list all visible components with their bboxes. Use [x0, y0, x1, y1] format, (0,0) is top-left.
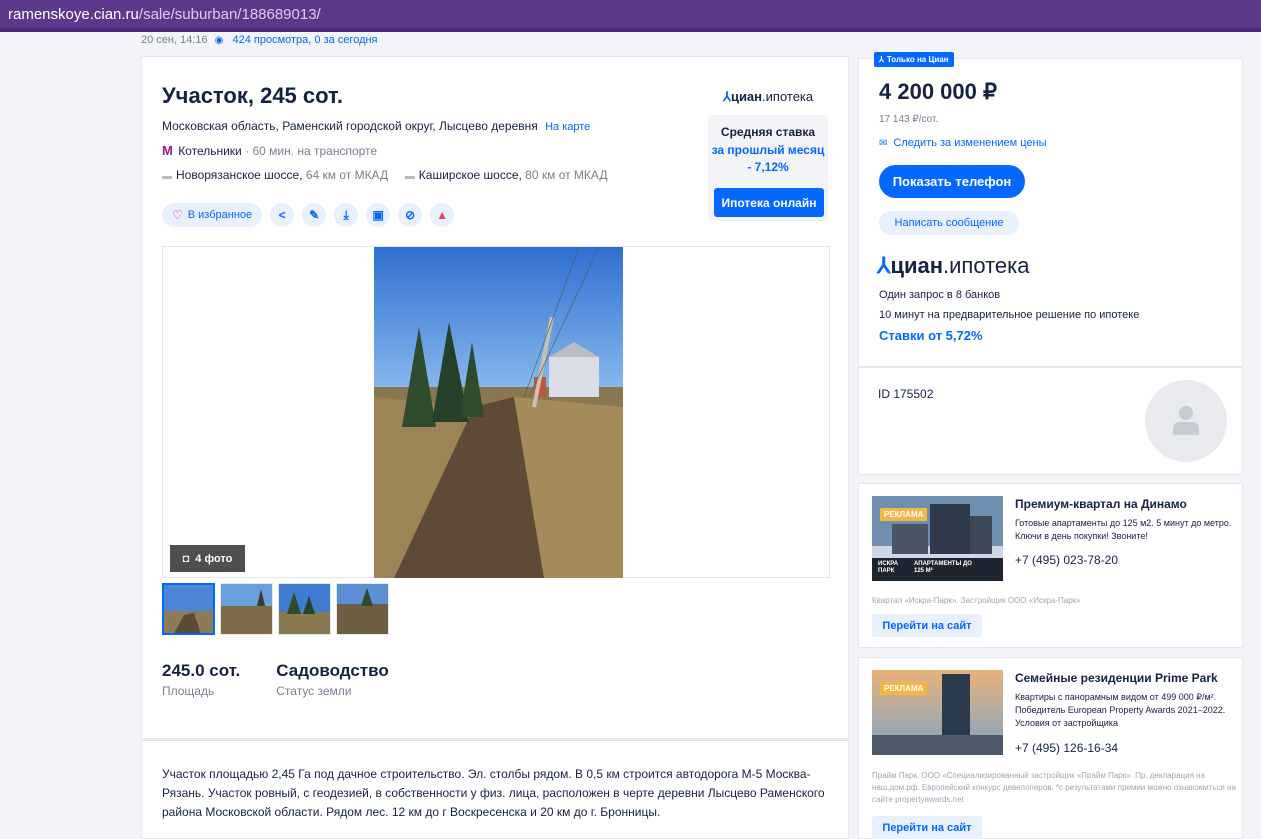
envelope-icon: ✉	[879, 138, 888, 149]
hide-icon[interactable]: ⊘	[398, 203, 423, 227]
ad-card[interactable]: РЕКЛАМА Семейные резиденции Prime Park К…	[858, 657, 1243, 839]
ad-title[interactable]: Премиум-квартал на Динамо	[1015, 497, 1235, 511]
ad-text: Квартиры с панорамным видом от 499 000 ₽…	[1015, 692, 1226, 728]
share-icon[interactable]: <	[270, 203, 295, 227]
ad-tag: РЕКЛАМА	[880, 508, 928, 521]
mortgage-promo-line: 10 минут на предварительное решение по и…	[879, 309, 1140, 321]
metro-icon: M	[162, 143, 173, 158]
follow-price-link[interactable]: ✉ Следить за изменением цены	[879, 137, 1047, 149]
ad-phone[interactable]: +7 (495) 023-78-20	[1015, 553, 1118, 567]
ad-text: Готовые апартаменты до 125 м2. 5 минут д…	[1015, 518, 1232, 541]
land-specs: 245.0 сот. Площадь Садоводство Статус зе…	[162, 661, 389, 698]
complaint-icon[interactable]: ▲	[430, 203, 455, 227]
mortgage-promo-line: Один запрос в 8 банков	[879, 289, 1001, 301]
print-icon[interactable]: ▣	[366, 203, 391, 227]
photo-gallery[interactable]: ◘ 4 фото	[162, 246, 830, 578]
favorite-button[interactable]: ♡ В избранное	[162, 203, 263, 227]
ad-image[interactable]: РЕКЛАМА ИСКРА ПАРК АПАРТАМЕНТЫ ДО 125 М²	[872, 496, 1003, 581]
listing-card: Участок, 245 сот. Московская область, Ра…	[141, 56, 849, 739]
spec-area: 245.0 сот. Площадь	[162, 661, 241, 698]
photo-thumbnail[interactable]	[162, 583, 215, 635]
only-cian-badge: ⅄ Только на Циан	[874, 52, 954, 67]
map-link[interactable]: На карте	[545, 121, 590, 133]
ad-image[interactable]: РЕКЛАМА	[872, 670, 1003, 755]
metro-time: · 60 мин. на транспорте	[245, 144, 378, 158]
edit-icon[interactable]: ✎	[302, 203, 327, 227]
ad-title[interactable]: Семейные резиденции Prime Park	[1015, 671, 1235, 685]
description-text: Участок площадью 2,45 Га под дачное стро…	[162, 767, 825, 819]
avatar	[1145, 380, 1227, 462]
browser-url-bar[interactable]: ramenskoye.cian.ru/sale/suburban/1886890…	[0, 0, 1261, 32]
description-card: Участок площадью 2,45 Га под дачное стро…	[141, 740, 849, 839]
metro-info: M Котельники · 60 мин. на транспорте	[162, 143, 377, 158]
views-link[interactable]: 424 просмотра, 0 за сегодня	[232, 34, 377, 46]
user-icon	[1179, 406, 1193, 420]
address: Московская область, Раменский городской …	[162, 119, 591, 133]
listing-actions: ♡ В избранное < ✎ ⤓ ▣ ⊘ ▲	[162, 203, 455, 227]
publish-date: 20 сен, 14:16	[141, 34, 208, 46]
page-title: Участок, 245 сот.	[162, 83, 343, 108]
ad-disclaimer: Квартал «Искра-Парк». Застройщик ООО «Ис…	[872, 596, 1081, 605]
roads-info: ▬ Новорязанское шоссе, 64 км от МКАД ▬ Каш…	[162, 168, 608, 182]
download-icon[interactable]: ⤓	[334, 203, 359, 227]
thumbnail-strip	[162, 583, 389, 635]
price-per-unit: 17 143 ₽/сот.	[879, 114, 939, 125]
main-photo[interactable]	[374, 247, 623, 578]
write-message-button[interactable]: Написать сообщение	[879, 211, 1019, 235]
eye-icon: ◉	[214, 35, 224, 46]
photo-thumbnail[interactable]	[220, 583, 273, 635]
ad-visit-site-button[interactable]: Перейти на сайт	[872, 816, 982, 839]
price-panel: 4 200 000 ₽ 17 143 ₽/сот. ✉ Следить за из…	[858, 58, 1243, 367]
agent-card: ID 175502	[858, 367, 1243, 475]
mortgage-rates-link[interactable]: Ставки от 5,72%	[879, 328, 983, 343]
cian-mortgage-logo: ⅄циан.ипотека	[723, 89, 814, 104]
url-text[interactable]: ramenskoye.cian.ru/sale/suburban/1886890…	[8, 6, 321, 23]
show-phone-button[interactable]: Показать телефон	[879, 165, 1025, 198]
camera-icon: ◘	[182, 552, 190, 565]
listing-meta: 20 сен, 14:16 ◉ 424 просмотра, 0 за сего…	[141, 34, 378, 46]
ad-card[interactable]: РЕКЛАМА ИСКРА ПАРК АПАРТАМЕНТЫ ДО 125 М²…	[858, 483, 1243, 648]
cian-icon: ⅄	[879, 55, 884, 64]
cian-mortgage-logo[interactable]: ⅄циан.ипотека	[877, 253, 1030, 279]
heart-icon: ♡	[172, 208, 183, 222]
ad-phone[interactable]: +7 (495) 126-16-34	[1015, 741, 1118, 755]
agent-id: ID 175502	[878, 387, 934, 401]
photo-thumbnail[interactable]	[278, 583, 331, 635]
spec-land-status: Садоводство Статус земли	[276, 661, 389, 698]
ad-tag: РЕКЛАМА	[880, 682, 928, 695]
photo-count-badge[interactable]: ◘ 4 фото	[170, 545, 245, 572]
car-icon: ▬	[162, 171, 172, 182]
ad-visit-site-button[interactable]: Перейти на сайт	[872, 614, 982, 637]
ad-disclaimer: Прайм Парк. ООО «Специализированный заст…	[872, 771, 1236, 804]
mortgage-online-button[interactable]: Ипотека онлайн	[714, 188, 824, 217]
car-icon: ▬	[404, 171, 415, 182]
photo-thumbnail[interactable]	[336, 583, 389, 635]
metro-name[interactable]: Котельники	[178, 144, 242, 158]
price: 4 200 000 ₽	[879, 79, 997, 104]
